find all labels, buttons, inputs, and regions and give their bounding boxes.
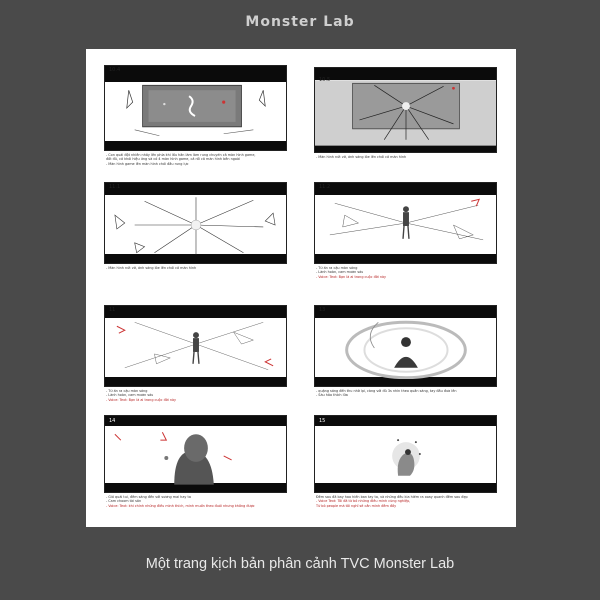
panel-number: 13 xyxy=(319,307,326,313)
frame-panel: 11 xyxy=(104,305,287,387)
frame-panel: 10.4 xyxy=(104,65,287,151)
panel-number: 11.1 xyxy=(109,184,121,190)
panel-number: 15 xyxy=(319,418,326,424)
panel-number: 14 xyxy=(109,418,116,424)
storyboard-frame-3: 11.1 - Màn hình nứt vỡ, ánh sáng lóe lên… xyxy=(104,182,287,294)
panel-description: - Từ ẩn ra cậu màn sáng - Lành hoàn, cam… xyxy=(316,266,495,279)
storyboard-frame-1: 10.4 - Con quái đột nhiên nhảy lên phía … xyxy=(104,65,287,177)
panel-number: 10.5 xyxy=(319,77,331,83)
description-line: - Sáu hảo thích lửa xyxy=(316,393,348,398)
storyboard-frame-4: 11.2 - Từ ẩn ra cậu màn sáng - Lành hoàn… xyxy=(314,182,497,294)
voice-note: Từ bỏ people mà tôi nghĩ sẽ cần mình đêm… xyxy=(316,503,397,508)
letterbox-top xyxy=(315,306,496,318)
panel-description: - Từ ẩn ra cậu màn sáng - Lành hoàn, cam… xyxy=(106,389,285,402)
letterbox-top xyxy=(105,416,286,426)
panel-number: 11 xyxy=(109,307,116,313)
scene-illustration-hand-orb xyxy=(392,439,421,476)
storyboard-frame-7: 14 - Gió quái tui, đêm sáng đến với sươn… xyxy=(104,415,287,527)
letterbox-top xyxy=(315,68,496,80)
description-line: - Màn hình nứt vỡ, ánh sáng lóe lên chói… xyxy=(106,266,197,270)
panel-description: Đêm sau đã bay hao hiến ban tay ta, và n… xyxy=(316,495,495,508)
scene-illustration-light-burst xyxy=(114,197,276,255)
scene-illustration-woman-in-light xyxy=(116,322,274,370)
monster-lab-logo: Monster Lab xyxy=(245,14,355,30)
voice-note: - Voice: Text: Bạn là ai trong cuộc đời … xyxy=(106,397,177,402)
description-line: - Màn hình game lên màn hình chói đầu ru… xyxy=(106,161,189,166)
letterbox-top xyxy=(105,183,286,195)
panel-description: - quặng sáng đến thu nhờ lại, càng với đ… xyxy=(316,389,495,398)
scene-illustration-woman-standing xyxy=(329,198,484,241)
frame-panel: 15 xyxy=(314,415,497,493)
panel-description: - Gió quái tui, đêm sáng đến với sương m… xyxy=(106,495,285,508)
storyboard-sheet: 10.4 - Con quái đột nhiên nhảy lên phía … xyxy=(86,49,516,527)
panel-number: 11.2 xyxy=(319,184,331,190)
voice-note: - Voice: Text: khi chính những điều mình… xyxy=(106,503,255,508)
letterbox-top xyxy=(315,183,496,195)
scene-illustration-screen-shatter xyxy=(315,80,496,146)
scene-illustration-tv-monster xyxy=(126,84,266,137)
frame-panel: 11.2 xyxy=(314,182,497,264)
scene-illustration-woman-glow xyxy=(345,320,467,379)
frame-panel: 14 xyxy=(104,415,287,493)
panel-number: 10.4 xyxy=(109,67,121,73)
storyboard-frame-5: 11 - Từ ẩn ra cậu màn sáng - Lành hoàn, … xyxy=(104,305,287,417)
description-line: - Màn hình nứt vỡ, ánh sáng lóe lên chói… xyxy=(316,155,407,159)
scene-illustration-woman-back xyxy=(114,432,232,485)
page-caption: Một trang kịch bản phân cảnh TVC Monster… xyxy=(145,556,455,572)
panel-description: - Màn hình nứt vỡ, ánh sáng lóe lên chói… xyxy=(106,266,285,270)
panel-description: - Màn hình nứt vỡ, ánh sáng lóe lên chói… xyxy=(316,155,495,159)
frame-panel: 13 xyxy=(314,305,497,387)
letterbox-top xyxy=(105,306,286,318)
voice-note: - Voice: Text: Bạn là ai trong cuộc đời … xyxy=(316,274,387,279)
frame-panel: 11.1 xyxy=(104,182,287,264)
panel-description: - Con quái đột nhiên nhảy lên phía khi l… xyxy=(106,153,285,166)
storyboard-frame-6: 13 - quặng sáng đến thu nhờ lại, càng vớ… xyxy=(314,305,497,417)
storyboard-frame-8: 15 Đêm sau đã bay hao hiến ban tay ta, v… xyxy=(314,415,497,527)
frame-panel: 10.5 xyxy=(314,67,497,153)
letterbox-top xyxy=(105,66,286,82)
storyboard-frame-2: 10.5 - Màn hình nứt vỡ, ánh sáng lóe lên… xyxy=(314,67,497,179)
letterbox-top xyxy=(315,416,496,426)
